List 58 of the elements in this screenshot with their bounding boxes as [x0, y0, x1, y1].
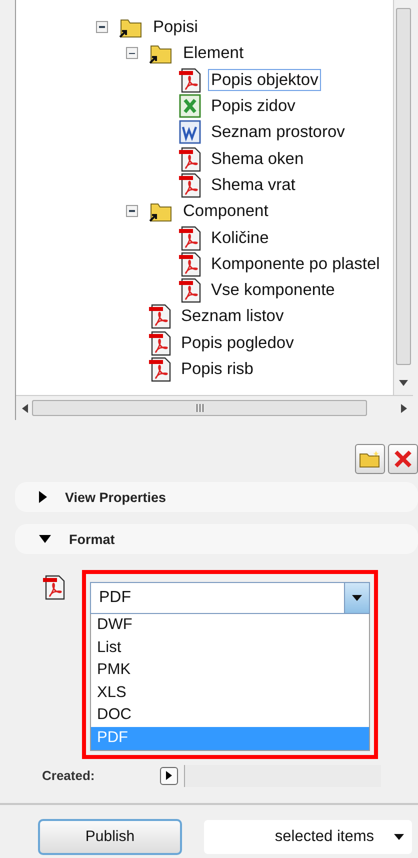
expand-button[interactable]: [160, 766, 178, 785]
collapse-toggle[interactable]: [126, 47, 138, 60]
tree-item[interactable]: Popis zidov: [208, 95, 298, 118]
collapse-triangle-icon: [39, 535, 51, 543]
vertical-scrollbar[interactable]: [393, 0, 413, 395]
scroll-down-icon[interactable]: [399, 380, 408, 386]
close-icon: [394, 450, 412, 468]
pdf-file-icon: [178, 250, 202, 277]
play-triangle-icon: [166, 771, 172, 780]
dropdown-option[interactable]: PMK: [91, 659, 369, 682]
folder-icon: [359, 450, 381, 468]
pdf-file-icon: [178, 224, 202, 251]
collapse-toggle[interactable]: [126, 205, 138, 218]
section-header[interactable]: View Properties: [15, 482, 418, 512]
format-dropdown[interactable]: PDF: [90, 582, 370, 614]
tree-item[interactable]: Element: [180, 42, 247, 64]
dropdown-option[interactable]: XLS: [91, 682, 369, 704]
publish-button[interactable]: Publish: [38, 818, 182, 855]
tree-item[interactable]: Component: [180, 200, 272, 222]
caret-icon: [352, 595, 362, 601]
dropdown-option[interactable]: DOC: [91, 704, 369, 727]
tree-item[interactable]: Komponente po plastel: [208, 252, 383, 275]
scope-dropdown[interactable]: selected items: [204, 820, 412, 854]
scroll-thumb[interactable]: [396, 8, 411, 365]
created-label: Created:: [42, 768, 96, 784]
tree-item[interactable]: Seznam prostorov: [208, 121, 348, 144]
grip-icon: [194, 404, 204, 412]
tree-item[interactable]: Seznam listov: [178, 305, 287, 328]
tree-item[interactable]: Popisi: [150, 16, 201, 38]
created-field[interactable]: [184, 764, 381, 787]
pdf-file-icon: [148, 356, 172, 382]
scroll-left-icon[interactable]: [22, 404, 28, 412]
tree-item[interactable]: Količine: [208, 226, 272, 249]
spreadsheet-file-icon: [178, 93, 202, 120]
tree-item[interactable]: Vse komponente: [208, 279, 338, 302]
scroll-thumb[interactable]: [32, 400, 367, 416]
pdf-file-icon: [148, 330, 172, 356]
pdf-file-icon: [148, 303, 172, 330]
pdf-file-icon: [178, 146, 202, 172]
pdf-file-icon: [42, 574, 66, 600]
section-header[interactable]: Format: [15, 524, 418, 554]
scroll-right-icon[interactable]: [401, 404, 407, 412]
expand-triangle-icon: [39, 491, 47, 503]
tree-item[interactable]: Shema vrat: [208, 174, 298, 196]
tree-item[interactable]: Popis risb: [178, 358, 256, 380]
delete-button[interactable]: [388, 444, 418, 474]
dropdown-option[interactable]: List: [91, 636, 369, 660]
pdf-file-icon: [178, 66, 202, 93]
dropdown-option[interactable]: DWF: [91, 614, 369, 637]
caret-icon: [394, 834, 404, 840]
pdf-file-icon: [178, 172, 202, 198]
tree-item[interactable]: Popis pogledov: [178, 332, 297, 354]
tree-item[interactable]: Popis objektov: [208, 68, 322, 91]
pdf-file-icon: [178, 277, 202, 304]
collapse-toggle[interactable]: [96, 21, 108, 34]
new-folder-button[interactable]: [355, 444, 385, 474]
tree-item[interactable]: Shema oken: [208, 148, 307, 170]
word-file-icon: [178, 119, 202, 146]
